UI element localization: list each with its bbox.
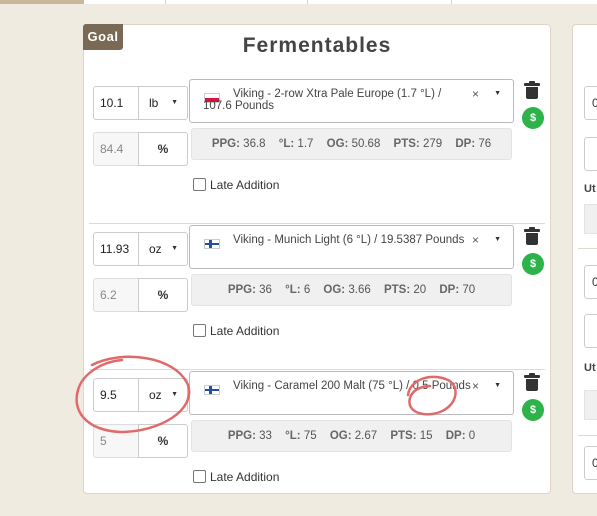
panel-title: Fermentables bbox=[242, 34, 392, 57]
dp-value: 76 bbox=[478, 138, 492, 150]
dp-value: 70 bbox=[462, 284, 476, 296]
amount-input[interactable]: 10.1 bbox=[93, 86, 139, 120]
og-value: 3.66 bbox=[348, 284, 371, 296]
side-input-empty[interactable] bbox=[584, 314, 597, 348]
ppg-label: PPG: bbox=[227, 284, 256, 296]
caret-down-icon[interactable]: ▼ bbox=[494, 382, 501, 389]
caret-down-icon: ▼ bbox=[171, 391, 178, 398]
pts-label: PTS: bbox=[390, 430, 417, 442]
side-input[interactable]: 0 bbox=[584, 446, 597, 480]
unit-value: oz bbox=[149, 388, 162, 402]
late-addition-label: Late Addition bbox=[210, 470, 280, 484]
late-addition-checkbox[interactable]: Late Addition bbox=[193, 324, 279, 338]
caret-down-icon: ▼ bbox=[171, 245, 178, 252]
lovibond-value: 75 bbox=[303, 430, 317, 442]
dp-label: DP: bbox=[445, 430, 466, 442]
clear-icon[interactable]: × bbox=[472, 233, 479, 247]
side-readonly bbox=[584, 390, 597, 420]
ppg-value: 33 bbox=[259, 430, 272, 442]
grain-name: Viking - Munich Light (6 °L) / 19.5387 P… bbox=[233, 234, 465, 246]
percent-field: 84.4 bbox=[93, 132, 139, 166]
pts-value: 279 bbox=[422, 138, 443, 150]
ppg-value: 36 bbox=[259, 284, 272, 296]
nav-divider bbox=[165, 0, 166, 4]
trash-icon[interactable] bbox=[524, 227, 540, 245]
percent-unit: % bbox=[138, 132, 188, 166]
unit-select[interactable]: oz ▼ bbox=[138, 232, 188, 266]
lovibond-value: 1.7 bbox=[297, 138, 314, 150]
dp-label: DP: bbox=[439, 284, 460, 296]
lovibond-label: °L: bbox=[285, 284, 301, 296]
grain-stats: PPG: 36.8 °L: 1.7 OG: 50.68 PTS: 279 DP:… bbox=[191, 128, 512, 160]
trash-icon[interactable] bbox=[524, 373, 540, 391]
checkbox-icon[interactable] bbox=[193, 324, 206, 337]
og-label: OG: bbox=[323, 284, 346, 296]
late-addition-checkbox[interactable]: Late Addition bbox=[193, 470, 279, 484]
caret-down-icon[interactable]: ▼ bbox=[494, 236, 501, 243]
pts-value: 15 bbox=[419, 430, 433, 442]
percent-unit: % bbox=[138, 424, 188, 458]
side-divider bbox=[578, 435, 597, 436]
grain-select[interactable]: Viking - Munich Light (6 °L) / 19.5387 P… bbox=[189, 225, 514, 269]
top-nav-strip bbox=[0, 0, 597, 4]
unit-value: oz bbox=[149, 242, 162, 256]
dp-label: DP: bbox=[455, 138, 476, 150]
unit-value: lb bbox=[149, 96, 159, 110]
percent-field: 5 bbox=[93, 424, 139, 458]
og-value: 50.68 bbox=[351, 138, 381, 150]
price-button[interactable]: $ bbox=[522, 107, 544, 129]
caret-down-icon: ▼ bbox=[171, 99, 178, 106]
amount-input[interactable]: 11.93 bbox=[93, 232, 139, 266]
fermentable-row: 11.93 oz ▼ 6.2 % Viking - Munich Light (… bbox=[84, 224, 550, 370]
ppg-label: PPG: bbox=[227, 430, 256, 442]
fermentable-row: 9.5 oz ▼ 5 % Viking - Caramel 200 Malt (… bbox=[84, 370, 550, 516]
pts-label: PTS: bbox=[393, 138, 420, 150]
nav-divider bbox=[307, 0, 308, 4]
price-button[interactable]: $ bbox=[522, 253, 544, 275]
late-addition-label: Late Addition bbox=[210, 324, 280, 338]
ppg-label: PPG: bbox=[211, 138, 240, 150]
og-label: OG: bbox=[326, 138, 349, 150]
lovibond-label: °L: bbox=[278, 138, 295, 150]
side-divider bbox=[578, 248, 597, 249]
grain-name: Viking - Caramel 200 Malt (75 °L) / 0.5 … bbox=[233, 380, 471, 392]
percent-unit: % bbox=[138, 278, 188, 312]
og-label: OG: bbox=[329, 430, 352, 442]
pts-label: PTS: bbox=[383, 284, 411, 296]
dp-value: 0 bbox=[468, 430, 476, 442]
amount-input[interactable]: 9.5 bbox=[93, 378, 139, 412]
pts-value: 20 bbox=[413, 284, 427, 296]
side-label: Ut bbox=[584, 362, 596, 374]
lovibond-value: 6 bbox=[303, 284, 311, 296]
checkbox-icon[interactable] bbox=[193, 470, 206, 483]
clear-icon[interactable]: × bbox=[472, 87, 479, 101]
grain-select[interactable]: Viking - 2-row Xtra Pale Europe (1.7 °L)… bbox=[189, 79, 514, 123]
fermentable-row: 10.1 lb ▼ 84.4 % Viking - 2-row Xtra Pal… bbox=[84, 78, 550, 224]
side-input-empty[interactable] bbox=[584, 137, 597, 171]
percent-field: 6.2 bbox=[93, 278, 139, 312]
grain-stats: PPG: 36 °L: 6 OG: 3.66 PTS: 20 DP: 70 bbox=[191, 274, 512, 306]
late-addition-checkbox[interactable]: Late Addition bbox=[193, 178, 279, 192]
price-button[interactable]: $ bbox=[522, 399, 544, 421]
grain-stats: PPG: 33 °L: 75 OG: 2.67 PTS: 15 DP: 0 bbox=[191, 420, 512, 452]
active-tab-indicator bbox=[0, 0, 84, 4]
late-addition-label: Late Addition bbox=[210, 178, 280, 192]
grain-name: Viking - 2-row Xtra Pale Europe (1.7 °L)… bbox=[203, 88, 442, 112]
side-input[interactable]: 0 bbox=[584, 265, 597, 299]
unit-select[interactable]: oz ▼ bbox=[138, 378, 188, 412]
nav-divider bbox=[451, 0, 452, 4]
side-readonly bbox=[584, 204, 597, 234]
side-label: Ut bbox=[584, 183, 596, 195]
grain-select[interactable]: Viking - Caramel 200 Malt (75 °L) / 0.5 … bbox=[189, 371, 514, 415]
ppg-value: 36.8 bbox=[243, 138, 266, 150]
og-value: 2.67 bbox=[354, 430, 378, 442]
clear-icon[interactable]: × bbox=[472, 379, 479, 393]
unit-select[interactable]: lb ▼ bbox=[138, 86, 188, 120]
side-input[interactable]: 0 bbox=[584, 86, 597, 120]
lovibond-label: °L: bbox=[285, 430, 301, 442]
checkbox-icon[interactable] bbox=[193, 178, 206, 191]
caret-down-icon[interactable]: ▼ bbox=[494, 90, 501, 97]
trash-icon[interactable] bbox=[524, 81, 540, 99]
